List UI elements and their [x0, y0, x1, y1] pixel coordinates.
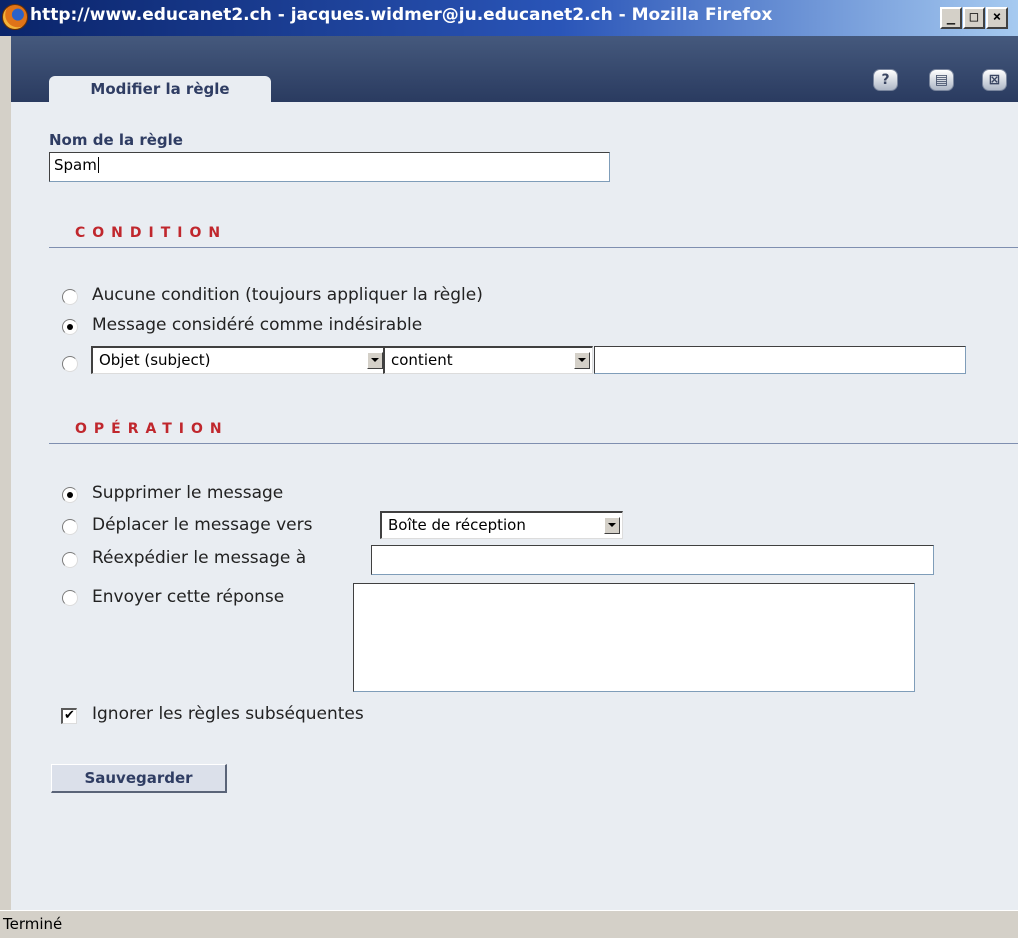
chevron-down-icon[interactable]	[604, 517, 620, 534]
operation-heading: OPÉRATION	[75, 421, 229, 437]
save-button[interactable]: Sauvegarder	[51, 764, 227, 793]
maximize-button[interactable]: □	[963, 7, 985, 29]
window-title-bar: http://www.educanet2.ch - jacques.widmer…	[0, 0, 1018, 36]
condition-heading: CONDITION	[75, 225, 228, 241]
close-icon[interactable]: ⊠	[982, 69, 1007, 91]
condition-operator-value: contient	[391, 351, 453, 369]
close-window-button[interactable]: ×	[986, 7, 1008, 29]
chevron-down-icon[interactable]	[367, 352, 383, 369]
operation-move-radio[interactable]	[62, 519, 78, 535]
condition-field-value: Objet (subject)	[99, 351, 211, 369]
forward-address-input[interactable]	[371, 545, 934, 575]
operation-reply-label: Envoyer cette réponse	[92, 587, 285, 607]
header-bar: Modifier la règle ? ▤ ⊠	[11, 36, 1018, 102]
rule-name-value: Spam	[54, 156, 97, 174]
minimize-button[interactable]: _	[940, 7, 962, 29]
condition-divider	[49, 247, 1018, 248]
text-caret	[97, 157, 99, 173]
operation-move-label: Déplacer le message vers	[92, 515, 313, 535]
condition-value-input[interactable]	[594, 346, 966, 374]
operation-delete-radio[interactable]	[62, 487, 78, 503]
tab-modify-rule[interactable]: Modifier la règle	[49, 76, 271, 102]
condition-spam-radio[interactable]	[62, 319, 78, 335]
operation-divider	[49, 443, 1018, 444]
ignore-rules-label: Ignorer les règles subséquentes	[92, 704, 364, 724]
folder-select-value: Boîte de réception	[388, 516, 526, 534]
folder-select[interactable]: Boîte de réception	[380, 511, 623, 539]
rule-name-label: Nom de la règle	[49, 131, 183, 149]
help-icon[interactable]: ?	[873, 69, 898, 91]
ignore-rules-checkbox[interactable]: ✔	[61, 708, 77, 724]
chevron-down-icon[interactable]	[574, 352, 590, 369]
firefox-icon	[2, 4, 28, 30]
rule-editor-page: Modifier la règle ? ▤ ⊠ Nom de la règle …	[11, 36, 1018, 910]
condition-none-radio[interactable]	[62, 289, 78, 305]
condition-custom-radio[interactable]	[62, 356, 78, 372]
print-icon[interactable]: ▤	[929, 69, 954, 91]
status-text: Terminé	[3, 915, 63, 933]
condition-operator-select[interactable]: contient	[383, 346, 593, 374]
operation-forward-label: Réexpédier le message à	[92, 548, 307, 568]
window-frame-left	[0, 36, 11, 910]
operation-delete-label: Supprimer le message	[92, 483, 284, 503]
condition-spam-label: Message considéré comme indésirable	[92, 315, 423, 335]
condition-none-label: Aucune condition (toujours appliquer la …	[92, 285, 483, 305]
reply-textarea[interactable]	[353, 583, 915, 692]
status-bar: Terminé	[0, 910, 1018, 938]
operation-forward-radio[interactable]	[62, 552, 78, 568]
operation-reply-radio[interactable]	[62, 590, 78, 606]
window-title: http://www.educanet2.ch - jacques.widmer…	[30, 5, 773, 25]
rule-name-input[interactable]: Spam	[49, 152, 610, 182]
condition-field-select[interactable]: Objet (subject)	[91, 346, 386, 374]
